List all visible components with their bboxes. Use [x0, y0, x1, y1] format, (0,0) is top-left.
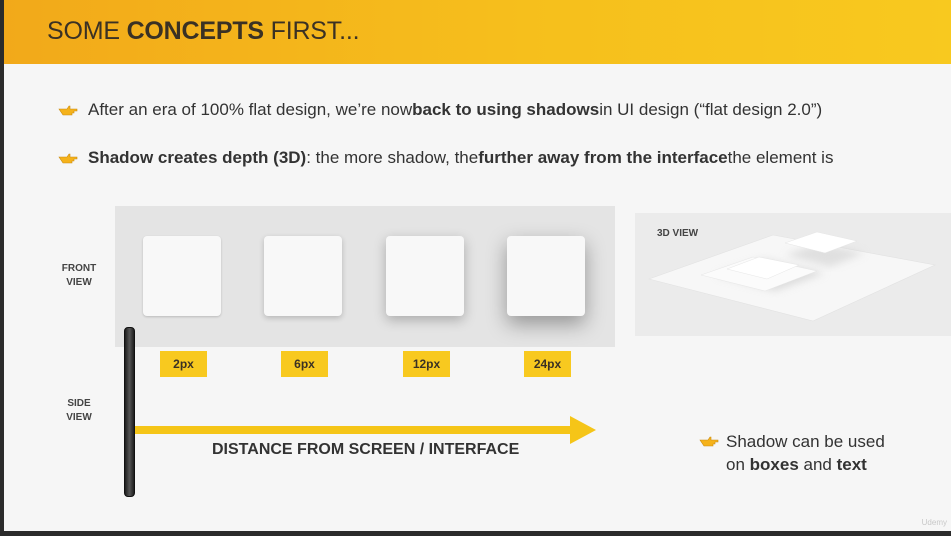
distance-label: DISTANCE FROM SCREEN / INTERFACE — [212, 441, 520, 458]
bullet-1-bold-1: back to using shadows — [412, 100, 600, 119]
bullet-2-bold-2: further away from the interface — [478, 148, 728, 167]
shadow-size-pill: 6px — [281, 351, 328, 377]
card-shadow-6px — [264, 236, 342, 316]
note-bold-boxes: boxes — [749, 455, 799, 474]
title-bold: CONCEPTS — [126, 17, 265, 45]
phone-side-view — [124, 327, 135, 497]
shadow-size-pill: 2px — [160, 351, 207, 377]
bullet-1-text-1: After an era of 100% flat design, we’re … — [88, 100, 413, 119]
pointing-hand-icon — [58, 153, 78, 164]
bullet-2-text-1: : the more shadow, the — [306, 148, 479, 167]
side-view-label: SIDE VIEW — [66, 398, 92, 423]
watermark-logo: Udemy — [921, 518, 947, 527]
note-line-2-mid: and — [798, 455, 837, 474]
note-bold-text: text — [836, 455, 867, 474]
pointing-hand-icon — [58, 105, 78, 116]
pointing-hand-icon — [699, 436, 719, 447]
shadow-size-pill: 12px — [403, 351, 450, 377]
note-line-1: Shadow can be used — [726, 432, 885, 451]
shadow-note-text: Shadow can be used on boxes and text — [726, 430, 885, 476]
header-bar: SOME CONCEPTS FIRST... — [4, 0, 951, 64]
title-part1: SOME — [47, 17, 127, 45]
arrow-right-icon — [570, 416, 596, 444]
note-line-2: on boxes and text — [726, 453, 885, 476]
note-line-2-prefix: on — [726, 455, 750, 474]
3d-view-illustration — [647, 231, 936, 322]
bullet-2-bold-1: Shadow creates depth (3D) — [88, 148, 307, 167]
front-view-panel — [115, 206, 615, 347]
shadow-size-pill: 24px — [524, 351, 571, 377]
card-shadow-12px — [386, 236, 464, 316]
bullet-1: After an era of 100% flat design, we’re … — [58, 100, 822, 120]
front-view-label: FRONT VIEW — [61, 263, 97, 288]
title-part2: FIRST... — [263, 17, 360, 45]
bullet-1-text-2: in UI design (“flat design 2.0”) — [599, 100, 823, 119]
slide-title: SOME CONCEPTS FIRST... — [47, 17, 360, 46]
card-shadow-2px — [143, 236, 221, 316]
card-shadow-24px — [507, 236, 585, 316]
3d-view-panel: 3D VIEW — [635, 213, 951, 336]
slide: SOME CONCEPTS FIRST... After an era of 1… — [4, 0, 951, 531]
bullet-2: Shadow creates depth (3D): the more shad… — [58, 148, 833, 168]
bullet-2-text-2: the element is — [727, 148, 834, 167]
distance-arrow-line — [135, 426, 575, 434]
